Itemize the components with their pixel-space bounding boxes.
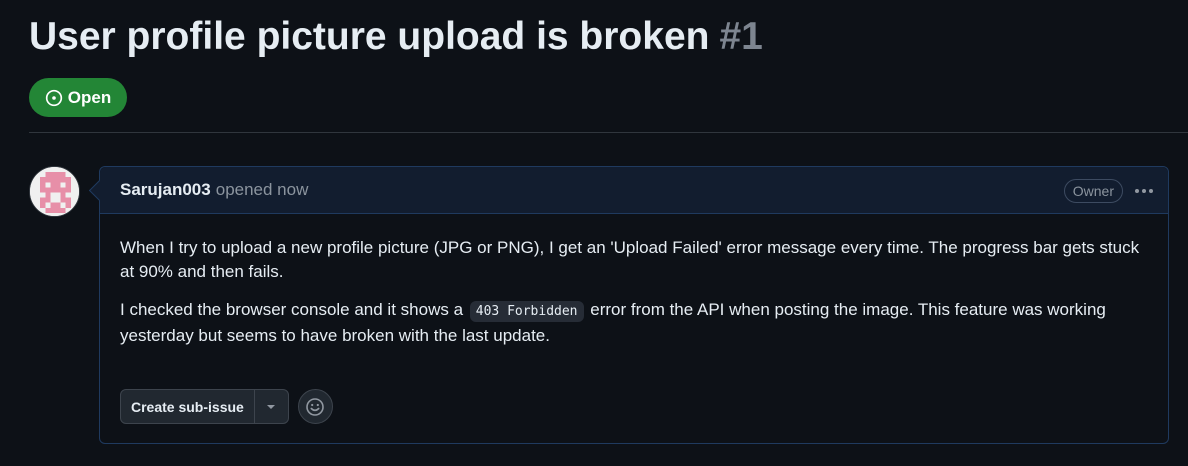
issue-page: User profile picture upload is broken #1 … [0,0,1188,466]
comment-timestamp[interactable]: opened now [216,180,309,200]
issue-title-text: User profile picture upload is broken [29,15,710,58]
comment-author-link[interactable]: Sarujan003 [120,180,211,200]
owner-role-badge: Owner [1063,179,1123,203]
header-divider [29,132,1188,133]
inline-code: 403 Forbidden [469,301,584,322]
author-avatar[interactable] [29,166,80,217]
issue-opened-icon [45,89,63,107]
create-sub-issue-dropdown[interactable] [255,390,288,423]
comment-paragraph: I checked the browser console and it sho… [120,298,1148,348]
comment-text: I checked the browser console and it sho… [120,300,464,319]
comment-header: Sarujan003 opened now Owner [100,167,1168,214]
issue-comment: Sarujan003 opened now Owner When I try t… [99,166,1169,444]
comment-actions: Create sub-issue [120,389,333,424]
create-sub-issue-button[interactable]: Create sub-issue [121,390,255,423]
issue-number: #1 [719,15,763,58]
kebab-horizontal-icon [1135,189,1153,193]
issue-state-badge: Open [29,78,127,117]
comment-body: When I try to upload a new profile pictu… [100,214,1168,348]
create-sub-issue-split-button: Create sub-issue [120,389,289,424]
issue-state-label: Open [67,87,112,107]
add-reaction-button[interactable] [297,389,333,424]
comment-more-button[interactable] [1132,181,1156,201]
triangle-down-icon [267,404,276,409]
issue-title: User profile picture upload is broken #1 [29,12,763,62]
comment-paragraph: When I try to upload a new profile pictu… [120,238,1140,281]
smiley-icon [306,397,325,416]
